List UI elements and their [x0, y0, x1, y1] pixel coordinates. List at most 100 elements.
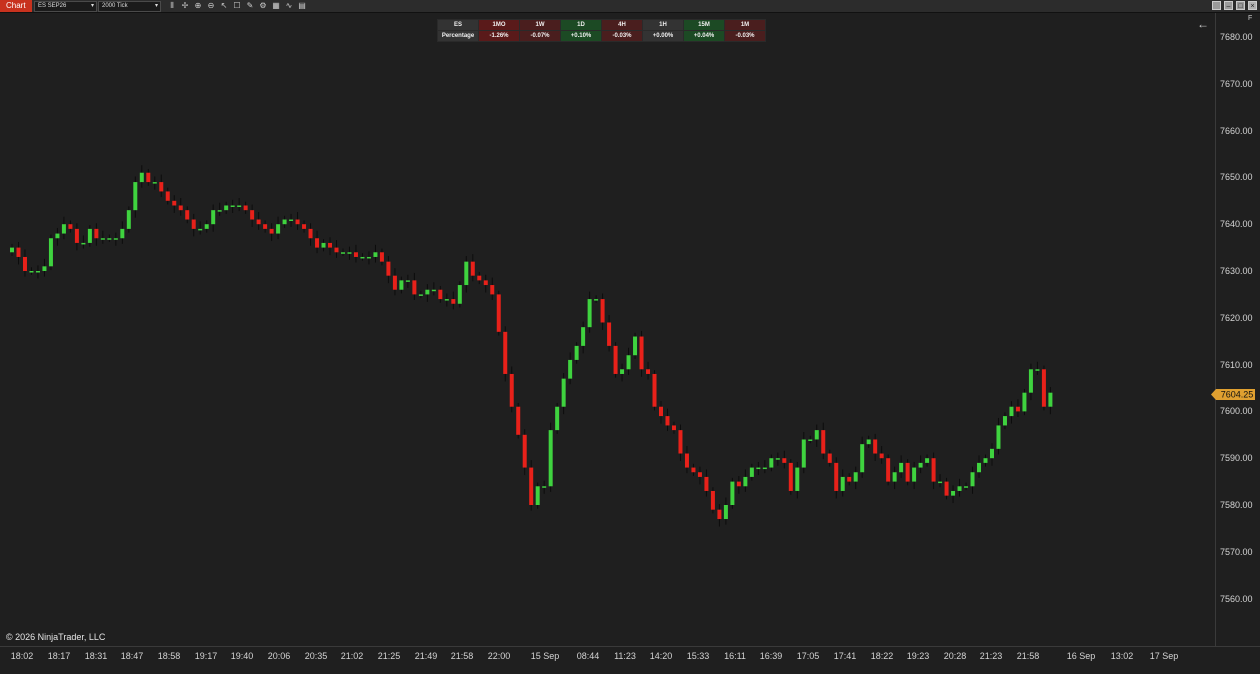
chevron-down-icon: ▾ — [90, 3, 94, 9]
pointer-icon[interactable]: ↖ — [219, 1, 229, 11]
up-candle — [568, 359, 573, 379]
drawing-tools-icon[interactable]: ✎ — [245, 1, 255, 11]
time-tick-label: 18:17 — [47, 651, 71, 661]
up-candle — [542, 486, 547, 488]
down-candle — [438, 289, 443, 300]
up-candle — [139, 172, 144, 183]
time-tick-label: 21:58 — [450, 651, 474, 661]
up-candle — [808, 439, 813, 441]
up-candle — [756, 467, 761, 470]
down-candle — [412, 280, 417, 295]
performance-value-2: +0.10% — [560, 30, 602, 42]
close-button[interactable]: × — [1248, 1, 1257, 10]
time-tick-label: 21:23 — [979, 651, 1003, 661]
up-candle — [626, 355, 631, 370]
price-tick-label: 7630.00 — [1220, 266, 1253, 276]
up-candle — [204, 224, 209, 229]
up-candle — [775, 458, 780, 460]
time-tick-label: 08:44 — [576, 651, 600, 661]
price-tick-label: 7650.00 — [1220, 172, 1253, 183]
down-candle — [678, 430, 683, 454]
down-candle — [451, 299, 456, 304]
maximize-button[interactable]: □ — [1236, 1, 1245, 10]
down-candle — [172, 200, 177, 206]
instrument-value: ES SEP26 — [38, 3, 67, 9]
up-candle — [289, 219, 294, 222]
time-tick-label: 18:22 — [870, 651, 894, 661]
performance-value-1: -0.07% — [519, 30, 561, 42]
indicators-icon[interactable]: ∿ — [284, 1, 294, 11]
up-candle — [1028, 369, 1033, 393]
up-candle — [594, 299, 599, 301]
down-candle — [250, 210, 255, 220]
data-box-icon[interactable]: ▦ — [271, 1, 281, 11]
performance-value-0: -1.26% — [478, 30, 520, 42]
time-tick-label: 19:40 — [230, 651, 254, 661]
performance-value-4: +0.00% — [642, 30, 684, 42]
down-candle — [905, 462, 910, 482]
copyright-text: © 2026 NinjaTrader, LLC — [6, 632, 106, 642]
down-candle — [834, 462, 839, 491]
strategies-icon[interactable]: ⚙ — [258, 1, 268, 11]
up-candle — [574, 345, 579, 360]
up-candle — [762, 467, 767, 470]
down-candle — [509, 373, 514, 407]
time-tick-label: 14:20 — [649, 651, 673, 661]
up-candle — [1048, 392, 1053, 407]
zoom-out-icon[interactable]: ⊖ — [206, 1, 216, 11]
up-candle — [989, 448, 994, 459]
bars-icon[interactable]: ⫴ — [167, 1, 177, 11]
crosshair-icon[interactable]: ✢ — [180, 1, 190, 11]
time-tick-label: 16 Sep — [1066, 651, 1096, 661]
chart-window-tab[interactable]: Chart — [0, 0, 32, 12]
time-tick-label: 11:23 — [614, 651, 636, 661]
up-candle — [81, 242, 86, 245]
up-candle — [587, 299, 592, 328]
up-candle — [795, 467, 800, 491]
up-candle — [1009, 406, 1014, 417]
down-candle — [684, 453, 689, 468]
price-tick-label: 7610.00 — [1220, 359, 1253, 370]
down-candle — [879, 453, 884, 459]
zoom-in-icon[interactable]: ⊕ — [193, 1, 203, 11]
down-candle — [600, 299, 605, 323]
up-candle — [230, 205, 235, 207]
instrument-selector[interactable]: ES SEP26 ▾ — [34, 1, 97, 12]
up-candle — [347, 252, 352, 254]
axis-menu-label[interactable]: F — [1248, 15, 1252, 22]
price-tick-label: 7570.00 — [1220, 546, 1253, 557]
price-chart-panel[interactable] — [0, 13, 1215, 646]
last-price-marker: 7604.25 — [1211, 389, 1255, 400]
up-candle — [860, 444, 865, 473]
down-candle — [302, 224, 307, 229]
minimize-button[interactable]: – — [1224, 1, 1233, 10]
up-candle — [983, 458, 988, 463]
performance-header-row: ES 1MO 1W 1D 4H 1H 15M 1M — [437, 19, 766, 31]
price-tick-label: 7680.00 — [1220, 32, 1253, 42]
down-candle — [496, 294, 501, 332]
time-tick-label: 18:58 — [157, 651, 181, 661]
up-candle — [1035, 369, 1040, 371]
up-candle — [431, 289, 436, 292]
properties-icon[interactable]: ☐ — [232, 1, 242, 11]
down-candle — [159, 182, 164, 192]
up-candle — [957, 486, 962, 491]
up-candle — [113, 238, 118, 240]
candlestick-chart[interactable] — [0, 13, 1215, 646]
down-candle — [607, 322, 612, 346]
up-candle — [35, 271, 40, 273]
window-menu-button[interactable] — [1212, 1, 1221, 10]
time-tick-label: 20:06 — [267, 651, 291, 661]
templates-icon[interactable]: ▤ — [297, 1, 307, 11]
up-candle — [977, 462, 982, 473]
back-arrow-icon[interactable]: ← — [1197, 17, 1209, 31]
price-tick-label: 7670.00 — [1220, 78, 1253, 89]
performance-period-1: 1W — [519, 19, 561, 31]
down-candle — [22, 256, 27, 271]
down-candle — [931, 458, 936, 482]
down-candle — [652, 373, 657, 407]
interval-selector[interactable]: 2000 Tick ▾ — [98, 1, 161, 12]
performance-period-2: 1D — [560, 19, 602, 31]
time-tick-label: 16:39 — [759, 651, 783, 661]
up-candle — [925, 458, 930, 463]
